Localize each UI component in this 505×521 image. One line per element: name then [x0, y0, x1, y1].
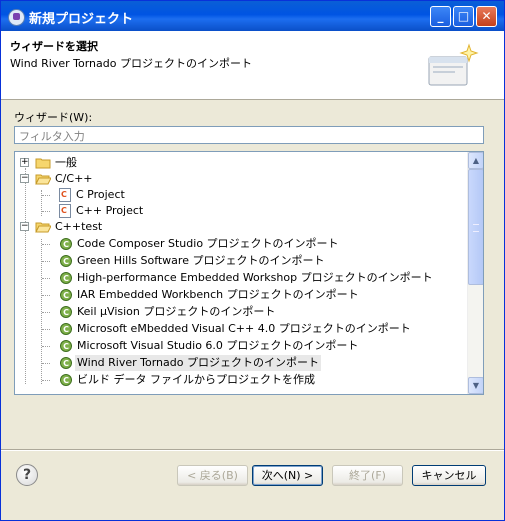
tree-item-wizard[interactable]: C Keil μVision プロジェクトのインポート — [15, 304, 467, 320]
tree-item-label: High-performance Embedded Workshop プロジェク… — [77, 271, 433, 284]
grip-icon — [473, 224, 479, 232]
svg-text:C: C — [63, 240, 69, 249]
c-file-icon — [59, 188, 71, 202]
tree-item-wizard[interactable]: C Green Hills Software プロジェクトのインポート — [15, 253, 467, 269]
header-description: Wind River Tornado プロジェクトのインポート — [10, 57, 252, 70]
cpptest-wizard-icon: C — [60, 340, 72, 352]
svg-text:C: C — [63, 308, 69, 317]
wizard-tree[interactable]: + 一般 − C/C++ C Project C++ Project − — [14, 151, 484, 395]
minimize-button[interactable]: _ — [430, 6, 451, 27]
maximize-icon: □ — [457, 9, 470, 23]
folder-open-icon — [35, 222, 51, 233]
tree-item-label: ビルド データ ファイルからプロジェクトを作成 — [77, 373, 315, 386]
title-bar[interactable]: 新規プロジェクト _ □ ✕ — [1, 1, 504, 31]
filter-input[interactable]: フィルタ入力 — [14, 126, 484, 144]
folder-open-icon — [35, 174, 51, 185]
tree-item-label: Microsoft Visual Studio 6.0 プロジェクトのインポート — [77, 339, 359, 352]
tree-item-c-cpp[interactable]: − C/C++ — [15, 171, 467, 187]
tree-item-c-project[interactable]: C Project — [15, 187, 467, 203]
tree-item-label: C++ Project — [76, 204, 144, 217]
window-title: 新規プロジェクト — [29, 12, 134, 27]
close-button[interactable]: ✕ — [476, 6, 497, 27]
svg-text:C: C — [63, 291, 69, 300]
tree-item-cpptest[interactable]: − C++test — [15, 219, 467, 235]
footer-separator — [1, 449, 504, 451]
svg-text:C: C — [63, 257, 69, 266]
tree-item-wizard[interactable]: C IAR Embedded Workbench プロジェクトのインポート — [15, 287, 467, 303]
maximize-button[interactable]: □ — [453, 6, 474, 27]
help-icon: ? — [22, 467, 32, 483]
chevron-up-icon: ▲ — [472, 156, 480, 165]
tree-item-label: 一般 — [55, 156, 77, 169]
svg-text:C: C — [63, 359, 69, 368]
tree-item-label: Keil μVision プロジェクトのインポート — [77, 305, 276, 318]
collapse-icon[interactable]: − — [20, 222, 29, 231]
cpptest-wizard-icon: C — [60, 289, 72, 301]
folder-icon — [35, 158, 51, 169]
chevron-down-icon: ▼ — [472, 381, 480, 390]
tree-item-cpp-project[interactable]: C++ Project — [15, 203, 467, 219]
tree-item-wizard[interactable]: C Microsoft eMbedded Visual C++ 4.0 プロジェ… — [15, 321, 467, 337]
header-title: ウィザードを選択 — [10, 40, 98, 53]
cpptest-wizard-icon: C — [60, 374, 72, 386]
help-button[interactable]: ? — [16, 464, 38, 486]
cpptest-wizard-icon: C — [60, 306, 72, 318]
tree-item-label: C++test — [55, 220, 103, 233]
svg-text:C: C — [63, 274, 69, 283]
back-button[interactable]: < 戻る(B) — [177, 465, 248, 486]
tree-item-wizard[interactable]: C Microsoft Visual Studio 6.0 プロジェクトのインポ… — [15, 338, 467, 354]
cpptest-wizard-icon: C — [60, 272, 72, 284]
minimize-icon: _ — [437, 9, 444, 23]
svg-text:C: C — [63, 342, 69, 351]
cpptest-wizard-icon: C — [60, 323, 72, 335]
new-project-dialog: 新規プロジェクト _ □ ✕ ウィザードを選択 Wind River Torna… — [0, 0, 505, 521]
finish-button[interactable]: 終了(F) — [332, 465, 403, 486]
scroll-up-button[interactable]: ▲ — [468, 152, 483, 169]
svg-text:C: C — [63, 376, 69, 385]
cancel-button[interactable]: キャンセル — [412, 465, 486, 486]
tree-scrollbar[interactable]: ▲ ▼ — [467, 152, 483, 394]
app-icon — [8, 9, 25, 26]
scroll-thumb[interactable] — [468, 169, 483, 285]
tree-item-wizard[interactable]: C ビルド データ ファイルからプロジェクトを作成 — [15, 372, 467, 388]
next-button[interactable]: 次へ(N) > — [252, 465, 323, 486]
expand-icon[interactable]: + — [20, 158, 29, 167]
tree-item-label: IAR Embedded Workbench プロジェクトのインポート — [77, 288, 359, 301]
tree-item-label: C/C++ — [55, 172, 93, 185]
tree-item-label: Green Hills Software プロジェクトのインポート — [77, 254, 325, 267]
collapse-icon[interactable]: − — [20, 174, 29, 183]
tree-item-wizard[interactable]: C High-performance Embedded Workshop プロジ… — [15, 270, 467, 286]
tree-item-label: Microsoft eMbedded Visual C++ 4.0 プロジェクト… — [77, 322, 411, 335]
wizard-header: ウィザードを選択 Wind River Tornado プロジェクトのインポート — [1, 31, 504, 100]
cpptest-wizard-icon: C — [60, 238, 72, 250]
tree-item-wizard[interactable]: C Code Composer Studio プロジェクトのインポート — [15, 236, 467, 252]
scroll-down-button[interactable]: ▼ — [468, 377, 483, 394]
wizard-banner-icon — [428, 43, 479, 86]
cpp-file-icon — [59, 204, 71, 218]
tree-item-label: Wind River Tornado プロジェクトのインポート — [75, 355, 321, 371]
close-icon: ✕ — [481, 9, 492, 23]
wizards-label: ウィザード(W): — [14, 111, 93, 124]
cpptest-wizard-icon: C — [60, 357, 72, 369]
svg-text:C: C — [63, 325, 69, 334]
cpptest-wizard-icon: C — [60, 255, 72, 267]
tree-content: + 一般 − C/C++ C Project C++ Project − — [15, 152, 467, 394]
tree-item-general[interactable]: + 一般 — [15, 155, 467, 171]
tree-item-label: Code Composer Studio プロジェクトのインポート — [77, 237, 339, 250]
tree-item-label: C Project — [76, 188, 125, 201]
tree-item-wizard-selected[interactable]: C Wind River Tornado プロジェクトのインポート — [15, 355, 467, 371]
